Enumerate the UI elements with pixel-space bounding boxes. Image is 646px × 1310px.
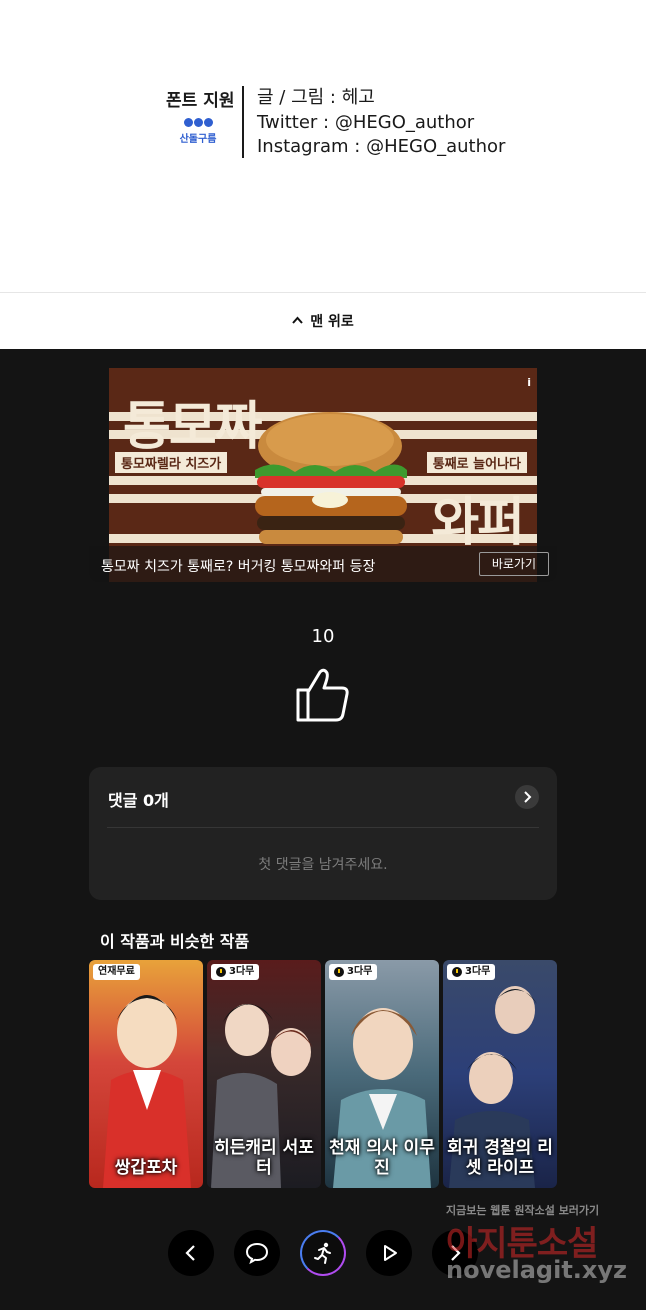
card-badge: 3다무 xyxy=(211,964,260,980)
author-credits: 폰트 지원 산돌구름 글 / 그림 : 헤고 Twitter : @HEGO_a… xyxy=(166,86,505,160)
play-icon xyxy=(384,1245,397,1261)
comments-title: 댓글 0개 xyxy=(108,791,169,810)
back-to-top-button[interactable]: 맨 위로 xyxy=(0,292,646,349)
caret-up-icon xyxy=(292,314,303,327)
ad-title-left: 통모짜 xyxy=(123,397,263,457)
auto-scroll-button[interactable] xyxy=(300,1230,346,1276)
ad-cta-button[interactable]: 바로가기 xyxy=(478,552,549,576)
ad-banner[interactable]: 통모짜 와퍼 통모짜렐라 치즈가 통째로 늘어나다 i 통모짜 치즈가 통째로?… xyxy=(89,368,557,582)
clock-icon xyxy=(216,967,226,977)
comment-button[interactable] xyxy=(234,1230,280,1276)
credits-section: 폰트 지원 산돌구름 글 / 그림 : 헤고 Twitter : @HEGO_a… xyxy=(0,0,646,292)
burger-image xyxy=(255,412,407,544)
thumbs-up-icon xyxy=(296,668,349,722)
ad-caption-text: 통모짜 치즈가 통째로? 버거킹 통모짜와퍼 등장 xyxy=(101,559,376,575)
similar-work-card[interactable]: 3다무 히든캐리 서포터 xyxy=(207,960,321,1188)
card-title: 회귀 경찰의 리셋 라이프 xyxy=(447,1138,553,1178)
chevron-right-icon[interactable] xyxy=(515,785,539,809)
card-title: 쌍갑포차 xyxy=(114,1158,178,1178)
similar-work-card[interactable]: 3다무 회귀 경찰의 리셋 라이프 xyxy=(443,960,557,1188)
font-support-label: 폰트 지원 xyxy=(166,91,235,111)
card-title: 천재 의사 이무진 xyxy=(329,1138,435,1178)
prev-episode-button[interactable] xyxy=(168,1230,214,1276)
ad-caption-bar: 통모짜 치즈가 통째로? 버거킹 통모짜와퍼 등장 바로가기 xyxy=(89,546,557,582)
comments-divider xyxy=(107,827,539,828)
font-logo-text: 산돌구름 xyxy=(179,134,217,145)
credit-lines: 글 / 그림 : 헤고 Twitter : @HEGO_author Insta… xyxy=(257,86,505,160)
card-art xyxy=(103,995,191,1188)
chevron-left-icon xyxy=(185,1245,195,1261)
similar-works-list: 연재무료 쌍갑포차 3다무 히든캐리 서포터 3다무 천재 의사 이무진 3다무… xyxy=(89,960,557,1188)
card-badge: 3다무 xyxy=(447,964,496,980)
site-watermark: 지금보는 웹툰 원작소설 보러가기 아지툰소설 novelagit.xyz xyxy=(444,1200,644,1290)
chat-bubble-icon xyxy=(245,1242,269,1265)
comments-empty-text: 첫 댓글을 남겨주세요. xyxy=(258,857,388,873)
clock-icon xyxy=(452,967,462,977)
credits-divider xyxy=(242,86,244,158)
ad-title-right: 와퍼 xyxy=(431,493,525,553)
watermark-url: novelagit.xyz xyxy=(446,1256,628,1284)
like-count: 10 xyxy=(311,626,335,647)
card-title: 히든캐리 서포터 xyxy=(214,1138,314,1178)
runner-icon xyxy=(314,1242,331,1264)
ad-info-icon[interactable]: i xyxy=(527,376,531,389)
sandoll-cloud-logo: 산돌구름 xyxy=(178,118,218,145)
similar-work-card[interactable]: 3다무 천재 의사 이무진 xyxy=(325,960,439,1188)
credit-twitter: Twitter : @HEGO_author xyxy=(257,111,475,133)
credit-instagram: Instagram : @HEGO_author xyxy=(257,136,506,157)
comments-panel[interactable]: 댓글 0개 첫 댓글을 남겨주세요. xyxy=(89,767,557,900)
card-badge: 3다무 xyxy=(329,964,378,980)
credit-author: 글 / 그림 : 헤고 xyxy=(257,87,375,108)
clock-icon xyxy=(334,967,344,977)
like-button[interactable] xyxy=(294,666,352,724)
similar-work-card[interactable]: 연재무료 쌍갑포차 xyxy=(89,960,203,1188)
similar-works-title: 이 작품과 비슷한 작품 xyxy=(100,932,250,951)
play-button[interactable] xyxy=(366,1230,412,1276)
back-to-top-label: 맨 위로 xyxy=(310,314,354,330)
card-badge: 연재무료 xyxy=(93,964,140,980)
ad-tag-left: 통모짜렐라 치즈가 xyxy=(115,452,228,473)
ad-tag-right: 통째로 늘어나다 xyxy=(426,452,527,473)
